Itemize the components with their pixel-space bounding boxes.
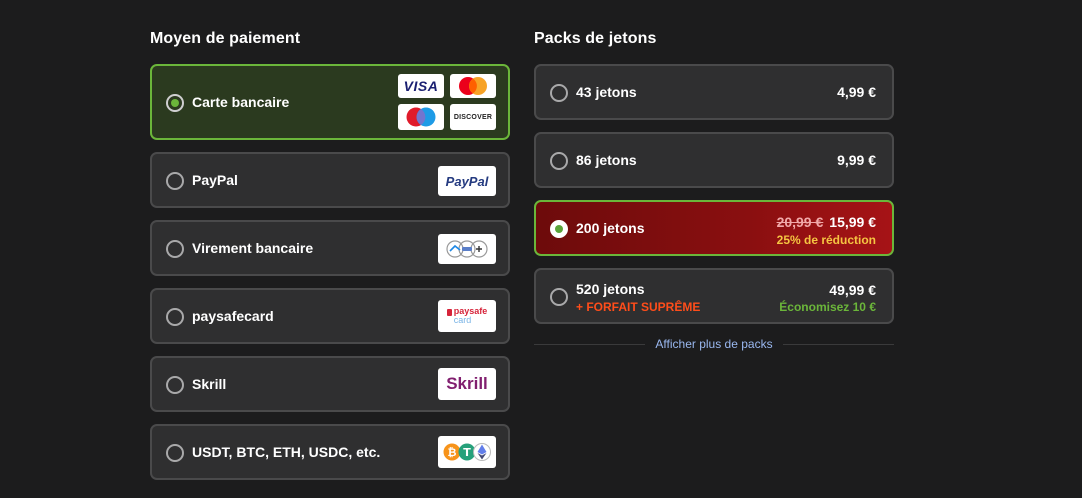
svg-text:₿: ₿ (448, 446, 457, 459)
visa-logo: VISA (398, 74, 444, 98)
payment-option-label: Carte bancaire (192, 94, 290, 110)
show-more-packs-link[interactable]: Afficher plus de packs (645, 337, 782, 351)
bank-transfer-icon (446, 240, 488, 258)
paypal-logo: PayPal (438, 166, 496, 196)
pack-option-86[interactable]: 86 jetons 9,99 € (534, 132, 894, 188)
pack-old-price: 20,99 € (776, 214, 824, 230)
payment-option-bank-transfer[interactable]: Virement bancaire (150, 220, 510, 276)
payment-option-skrill[interactable]: Skrill Skrill (150, 356, 510, 412)
bank-transfer-logo (438, 234, 496, 264)
payment-option-crypto[interactable]: USDT, BTC, ETH, USDC, etc. ₿ T (150, 424, 510, 480)
paysafecard-logo: paysafe card (438, 300, 496, 332)
radio-icon[interactable] (166, 240, 184, 258)
radio-icon[interactable] (550, 84, 568, 102)
pack-label: 520 jetons (576, 281, 645, 297)
radio-icon[interactable] (550, 288, 568, 306)
payment-option-label: PayPal (192, 172, 238, 188)
token-packs-title: Packs de jetons (534, 30, 657, 47)
payment-option-label: paysafecard (192, 308, 274, 324)
pack-price: 49,99 € (829, 282, 876, 298)
payment-option-paypal[interactable]: PayPal PayPal (150, 152, 510, 208)
radio-icon[interactable] (166, 444, 184, 462)
pack-label: 86 jetons (576, 152, 637, 168)
lock-icon (446, 308, 452, 316)
payment-option-paysafecard[interactable]: paysafecard paysafe card (150, 288, 510, 344)
crypto-icon: ₿ T (443, 443, 491, 461)
payment-option-label: Skrill (192, 376, 227, 392)
radio-icon[interactable] (166, 376, 184, 394)
pack-price: 4,99 € (837, 84, 876, 100)
mastercard-logo (450, 74, 496, 98)
maestro-logo (398, 104, 444, 130)
pack-option-200[interactable]: 200 jetons 20,99 € 15,99 € 25% de réducti… (534, 200, 894, 256)
pack-savings: Économisez 10 € (779, 300, 876, 314)
divider (782, 343, 894, 345)
crypto-logo: ₿ T (438, 436, 496, 468)
pack-discount-badge: 25% de réduction (776, 233, 876, 247)
pack-option-520[interactable]: 520 jetons + FORFAIT SUPRÊME 49,99 € Éco… (534, 268, 894, 324)
pack-tag: + FORFAIT SUPRÊME (576, 300, 701, 314)
pack-label: 43 jetons (576, 84, 637, 100)
radio-selected-icon[interactable] (550, 220, 568, 238)
radio-selected-icon[interactable] (166, 94, 184, 112)
pack-price-group: 20,99 € 15,99 € (777, 214, 876, 230)
payment-option-label: USDT, BTC, ETH, USDC, etc. (192, 444, 381, 460)
skrill-logo: Skrill (438, 368, 496, 400)
show-more-row: Afficher plus de packs (534, 337, 894, 351)
payment-option-card[interactable]: Carte bancaire VISA DISCOVER (150, 64, 510, 140)
radio-icon[interactable] (166, 308, 184, 326)
discover-logo: DISCOVER (450, 104, 496, 130)
divider (534, 343, 646, 345)
maestro-icon (406, 107, 436, 127)
pack-price: 15,99 € (829, 214, 876, 230)
payment-option-label: Virement bancaire (192, 240, 314, 256)
radio-icon[interactable] (166, 172, 184, 190)
payment-method-title: Moyen de paiement (150, 30, 301, 47)
mastercard-icon (459, 77, 487, 95)
pack-label: 200 jetons (576, 220, 645, 236)
pack-price: 9,99 € (837, 152, 876, 168)
svg-text:T: T (463, 446, 471, 459)
pack-option-43[interactable]: 43 jetons 4,99 € (534, 64, 894, 120)
radio-icon[interactable] (550, 152, 568, 170)
